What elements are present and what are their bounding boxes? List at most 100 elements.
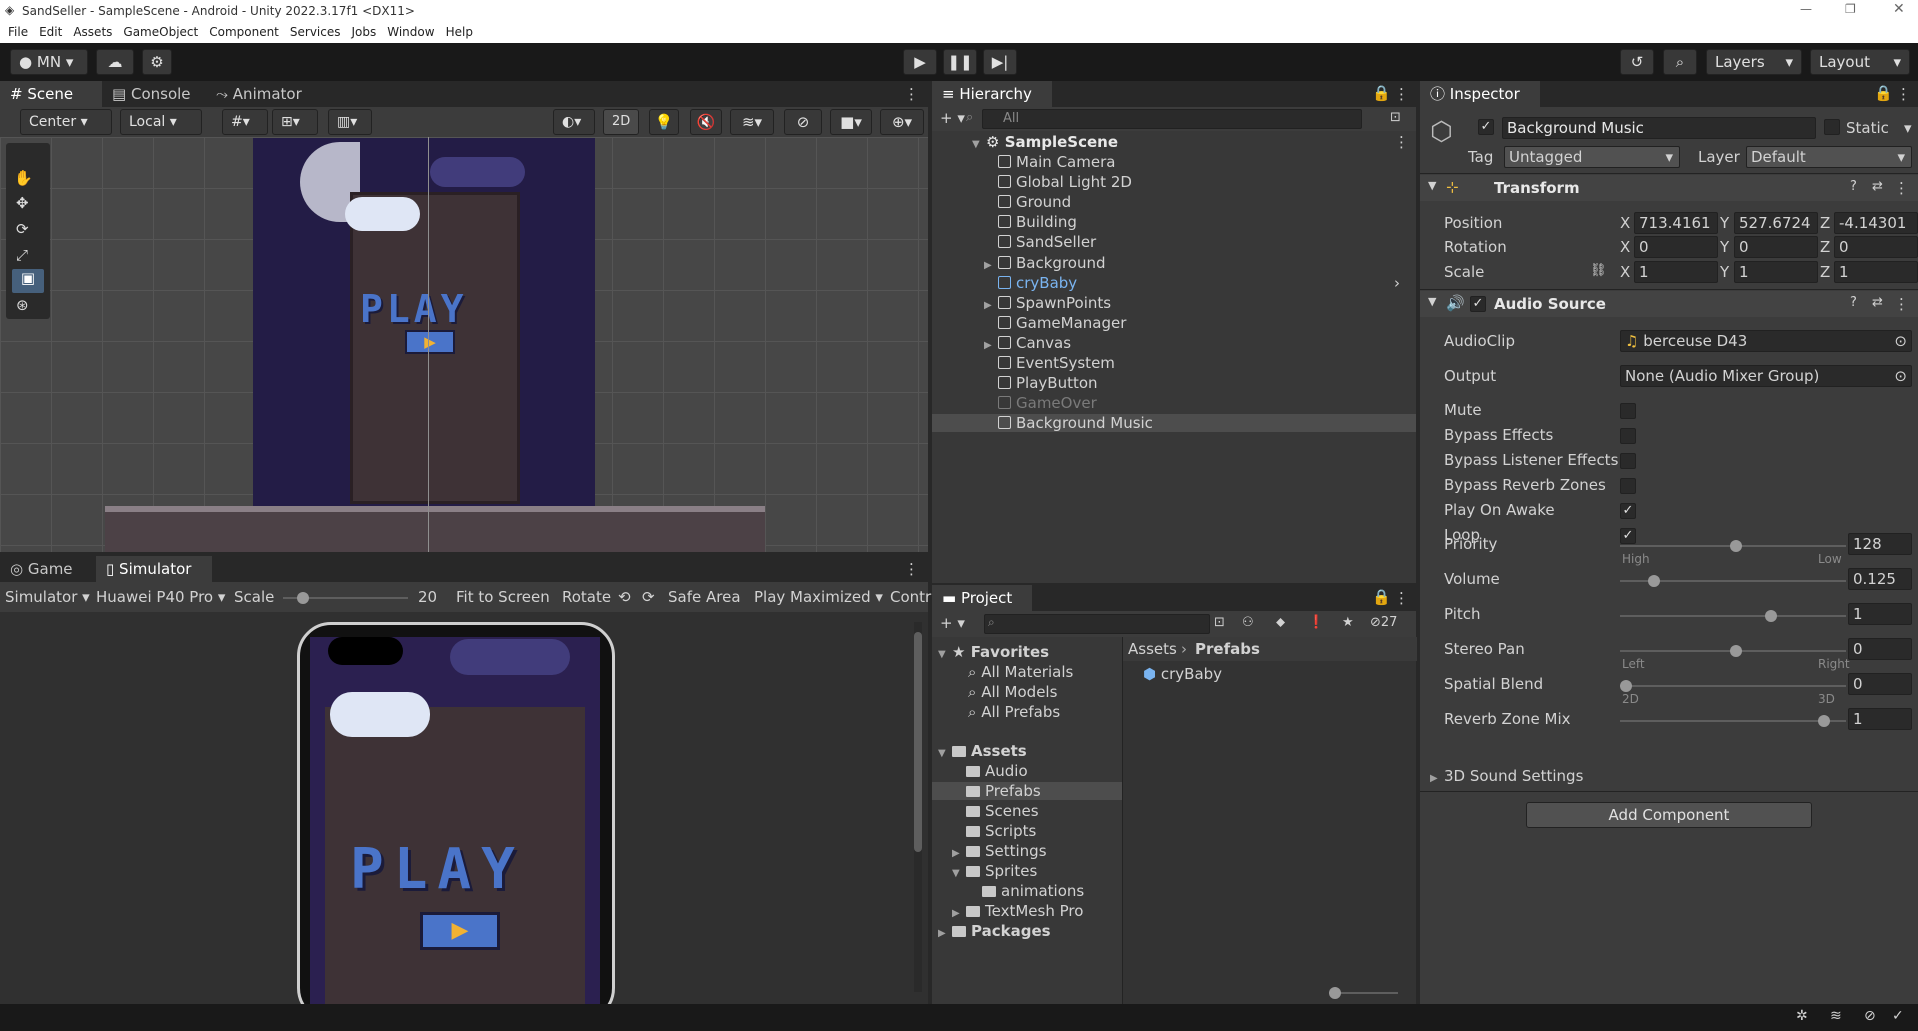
hierarchy-item[interactable]: EventSystem [984,354,1115,372]
layout-dropdown[interactable]: Layout ▾ [1810,49,1910,75]
device-dropdown[interactable]: Huawei P40 Pro ▾ [96,588,225,606]
hierarchy-item[interactable]: Global Light 2D [984,173,1132,191]
audio-source-enabled-checkbox[interactable]: ✓ [1470,296,1486,312]
expand-arrow-icon[interactable]: ▼ [952,868,966,879]
expand-arrow-icon[interactable]: ▶ [984,300,998,311]
asset-folder[interactable]: Scenes [952,802,1039,820]
grid-snap-button[interactable]: #▾ [222,109,268,135]
hierarchy-item[interactable]: cryBaby [984,274,1077,292]
chevron-right-icon[interactable]: › [1394,274,1400,292]
step-button[interactable]: ▶| [983,49,1017,75]
pause-button[interactable]: ❚❚ [943,49,977,75]
play-maximized-dropdown[interactable]: Play Maximized ▾ [754,588,883,606]
slider-track[interactable] [1620,720,1846,722]
vertical-scrollbar[interactable] [914,622,922,992]
tab-inspector[interactable]: ⓘ Inspector [1420,81,1540,107]
history-button[interactable]: ↺ [1620,49,1654,75]
grid-visibility-button[interactable]: ▥▾ [328,109,372,135]
search-filter-icon[interactable]: ⊡ [1214,615,1225,630]
preset-icon[interactable]: ⇄ [1872,295,1883,310]
hierarchy-search-input[interactable]: All [982,109,1362,129]
breadcrumb-assets[interactable]: Assets [1128,640,1177,658]
output-field[interactable]: None (Audio Mixer Group) ⊙ [1620,365,1912,387]
hierarchy-item[interactable]: ▶ Background [984,254,1106,272]
hidden-objects-toggle[interactable]: ⊘ [784,109,822,135]
transform-tool-icon[interactable]: ⊛ [16,296,29,314]
menu-edit[interactable]: Edit [39,25,62,39]
control-panel-button[interactable]: Contr [890,588,931,606]
tab-hierarchy[interactable]: ≡ Hierarchy [932,81,1052,107]
lock-icon[interactable]: 🔒 [1372,588,1391,606]
snap-increment-button[interactable]: ⊞▾ [272,109,318,135]
scene-viewport[interactable]: ✋ ✥ ⟳ ⤢ ▣ ⊛ PLAY ▶ [0,137,928,552]
expand-arrow-icon[interactable]: ▶ [952,848,966,859]
asset-folder[interactable]: ▼ Sprites [952,862,1037,880]
star-icon[interactable]: ★ [1342,615,1354,630]
scale-tool-icon[interactable]: ⤢ [16,246,28,264]
slider-value-input[interactable]: 0 [1848,673,1912,695]
search-options-icon[interactable]: ⊡ [1390,110,1401,125]
icon-size-slider-handle[interactable] [1329,987,1341,999]
asset-folder[interactable]: Scripts [952,822,1036,840]
menu-component[interactable]: Component [209,25,279,39]
toggle-checkbox[interactable]: ✓ [1620,528,1636,544]
hierarchy-item[interactable]: SandSeller [984,233,1096,251]
tab-animator[interactable]: ⤳ Animator [206,81,318,107]
tag-dropdown[interactable]: Untagged ▾ [1504,146,1680,168]
slider-value-input[interactable]: 0.125 [1848,568,1912,590]
hidden-count[interactable]: ⊘27 [1370,615,1397,630]
create-asset-button[interactable]: + ▾ [940,614,965,632]
folder-animations[interactable]: animations [982,882,1084,900]
maximize-icon[interactable]: ❐ [1845,2,1856,16]
more-icon[interactable]: ⋮ [1894,295,1909,313]
favorites-root[interactable]: ▼ ★ Favorites [938,643,1049,661]
scale-z-input[interactable]: 1 [1834,261,1918,283]
cloud-button[interactable]: ☁ [96,49,134,75]
menu-help[interactable]: Help [446,25,473,39]
rotation-y-input[interactable]: 0 [1734,236,1818,258]
packages-root[interactable]: ▶ Packages [938,922,1051,940]
layers-stack-icon[interactable]: ≋ [1830,1008,1842,1024]
slider-handle[interactable] [1620,680,1632,692]
rotate-left-icon[interactable]: ⟲ [618,588,631,606]
slider-handle[interactable] [1647,575,1660,587]
folder-textmesh-pro[interactable]: ▶ TextMesh Pro [952,902,1083,920]
static-dropdown[interactable]: ▾ [1904,119,1912,137]
close-icon[interactable]: ✕ [1893,1,1905,17]
collab-button[interactable]: ⚙ [142,49,172,75]
menu-assets[interactable]: Assets [73,25,112,39]
help-icon[interactable]: ? [1850,295,1857,310]
asset-folder[interactable]: Audio [952,762,1028,780]
favorite-all-prefabs[interactable]: ⌕ All Prefabs [968,703,1060,721]
2d-toggle[interactable]: 2D [603,109,639,135]
constrain-proportions-icon[interactable]: ⛓ [1590,263,1607,278]
menu-window[interactable]: Window [387,25,434,39]
lock-icon[interactable]: 🔒 [1874,84,1893,102]
menu-services[interactable]: Services [290,25,341,39]
tab-project[interactable]: ▬ Project [932,585,1032,611]
rotate-tool-icon[interactable]: ⟳ [16,220,29,238]
transform-header[interactable]: ▼ ⊹ Transform ? ⇄ ⋮ [1420,175,1918,201]
favorite-all-models[interactable]: ⌕ All Models [968,683,1057,701]
audio-toggle[interactable]: 🔇 [690,109,722,135]
fit-to-screen-button[interactable]: Fit to Screen [456,588,550,606]
camera-dropdown[interactable]: ■▾ [830,109,872,135]
hierarchy-item[interactable]: GameManager [984,314,1126,332]
favorite-all-materials[interactable]: ⌕ All Materials [968,663,1073,681]
asset-crybaby[interactable]: ⬢ cryBaby [1143,665,1222,683]
layers-dropdown[interactable]: Layers ▾ [1706,49,1802,75]
lighting-toggle[interactable]: 💡 [649,109,679,135]
icon-size-slider-track[interactable] [1333,992,1398,994]
slider-handle[interactable] [1730,540,1742,552]
object-picker-icon[interactable]: ⊙ [1894,331,1907,351]
simulator-viewport[interactable]: PLAY ▶ [0,612,928,1004]
cache-icon[interactable]: ⊘ [1864,1008,1876,1024]
slider-value-input[interactable]: 1 [1848,708,1912,730]
toggle-checkbox[interactable] [1620,478,1636,494]
draw-mode-button[interactable]: ◐▾ [553,109,595,135]
hierarchy-item[interactable]: Building [984,213,1077,231]
hierarchy-item[interactable]: ▶ SpawnPoints [984,294,1111,312]
hierarchy-item[interactable]: Background Music [932,414,1416,433]
space-dropdown[interactable]: Local ▾ [120,109,202,135]
audioclip-field[interactable]: ♫ berceuse D43 ⊙ [1620,330,1912,352]
